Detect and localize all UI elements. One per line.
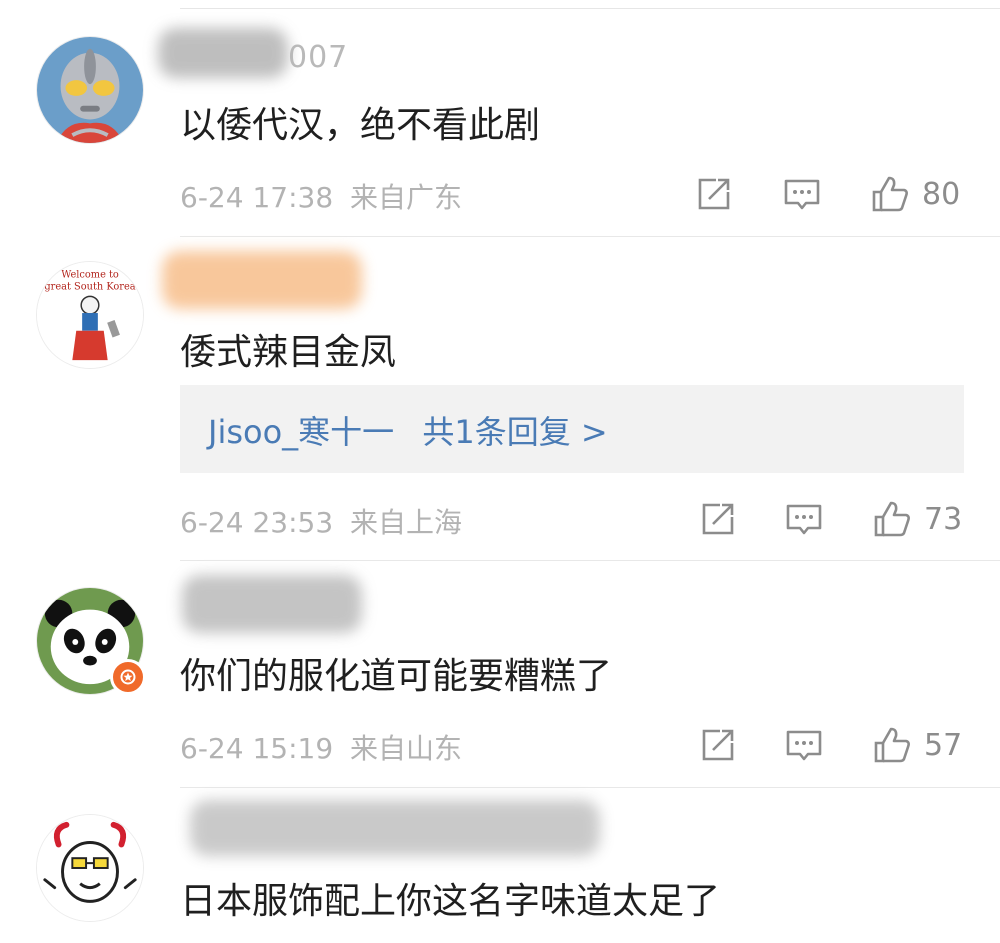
username-visible-part: 007 (288, 40, 349, 75)
username-redacted (182, 575, 362, 633)
comment-time: 6-24 15:19 (180, 732, 334, 765)
comment-location: 来自广东 (350, 181, 463, 214)
reply-link[interactable]: Jisoo_寒十一 共1条回复 > (208, 407, 608, 453)
comment-time: 6-24 17:38 (180, 181, 334, 214)
comment-actions: 57 (694, 723, 964, 767)
comment-location: 来自上海 (350, 506, 463, 539)
comment-item: 日本服饰配上你这名字味道太足了 (0, 788, 1000, 943)
comment-button[interactable] (784, 723, 824, 767)
reply-user[interactable]: Jisoo_寒十一 (208, 413, 394, 451)
like-icon (872, 176, 908, 212)
ultraman-avatar-image (37, 37, 143, 143)
avatar-cow[interactable] (36, 814, 144, 922)
comment-item: 007 以倭代汉，绝不看此剧 6-24 17:38 来自广东 80 (0, 0, 1000, 236)
comment-meta: 6-24 17:38 来自广东 (180, 176, 462, 216)
comment-button[interactable] (782, 172, 822, 216)
like-icon (874, 727, 910, 763)
like-count: 80 (922, 176, 961, 212)
comment-location: 来自山东 (350, 732, 463, 765)
like-button[interactable]: 57 (872, 723, 962, 767)
reply-summary[interactable]: 共1条回复 > (422, 413, 607, 451)
comment-button[interactable] (784, 497, 824, 541)
comment-actions: 73 (694, 497, 964, 541)
like-button[interactable]: 80 (870, 172, 960, 216)
like-icon (874, 501, 910, 537)
share-icon (702, 503, 734, 535)
share-button[interactable] (698, 497, 738, 541)
comment-icon (784, 179, 820, 210)
avatar-cartoon[interactable]: Welcome to great South Korea (36, 261, 144, 369)
comment-text: 以倭代汉，绝不看此剧 (180, 105, 541, 146)
username[interactable]: 007 (288, 40, 348, 75)
comment-meta: 6-24 23:53 来自上海 (180, 501, 462, 541)
username-redacted (162, 251, 362, 309)
comment-text: 倭式辣目金凤 (180, 332, 397, 373)
avatar-text-line-2: great South Korea (44, 281, 135, 292)
comment-icon (786, 730, 822, 761)
like-count: 57 (924, 727, 963, 763)
comment-actions: 80 (694, 172, 964, 216)
username-redacted (190, 800, 600, 856)
avatar-text-line-1: Welcome to (61, 270, 119, 281)
share-button[interactable] (698, 723, 738, 767)
share-icon (702, 729, 734, 761)
verified-badge-icon (110, 659, 146, 695)
cartoon-avatar-image: Welcome to great South Korea (37, 262, 143, 368)
like-button[interactable]: 73 (872, 497, 962, 541)
comment-text: 你们的服化道可能要糟糕了 (180, 656, 613, 697)
share-icon (698, 178, 730, 210)
comment-item: Welcome to great South Korea 倭式辣目金凤 Jiso… (0, 237, 1000, 560)
comment-icon (786, 504, 822, 535)
reply-preview[interactable]: Jisoo_寒十一 共1条回复 > (180, 385, 964, 473)
share-button[interactable] (694, 172, 734, 216)
comment-item: 你们的服化道可能要糟糕了 6-24 15:19 来自山东 57 (0, 561, 1000, 787)
cow-avatar-image (37, 815, 143, 921)
comment-meta: 6-24 15:19 来自山东 (180, 727, 462, 767)
avatar-ultraman[interactable] (36, 36, 144, 144)
username-redacted (158, 28, 288, 78)
comment-time: 6-24 23:53 (180, 506, 334, 539)
comment-text: 日本服饰配上你这名字味道太足了 (180, 881, 721, 922)
like-count: 73 (924, 501, 963, 537)
